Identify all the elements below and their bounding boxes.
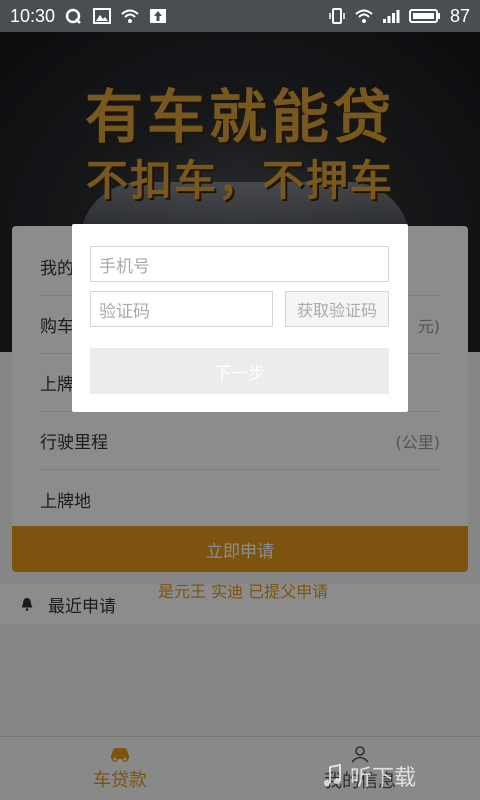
- battery-icon: [408, 9, 440, 23]
- upload-icon: [150, 9, 167, 23]
- q-icon: [65, 8, 81, 24]
- verification-dialog: 手机号 验证码 获取验证码 下一步: [72, 224, 408, 412]
- image-icon: [93, 8, 112, 24]
- code-input[interactable]: 验证码: [90, 291, 273, 327]
- clock: 10:30: [10, 5, 56, 26]
- next-button[interactable]: 下一步: [90, 348, 389, 394]
- watermark: 听下载: [322, 760, 416, 792]
- signal-4g-icon: [382, 10, 400, 23]
- vibrate-icon: [329, 8, 345, 24]
- music-note-icon: [324, 764, 341, 786]
- battery-level: 87: [449, 5, 470, 26]
- wifi-icon: [355, 9, 373, 23]
- status-bar: 10:30 87: [0, 0, 480, 32]
- watermark-text: 听下载: [350, 766, 417, 791]
- modal-overlay[interactable]: [0, 32, 480, 800]
- get-code-button[interactable]: 获取验证码: [285, 291, 389, 327]
- phone-input[interactable]: 手机号: [90, 246, 389, 282]
- wifi-icon: [121, 9, 139, 23]
